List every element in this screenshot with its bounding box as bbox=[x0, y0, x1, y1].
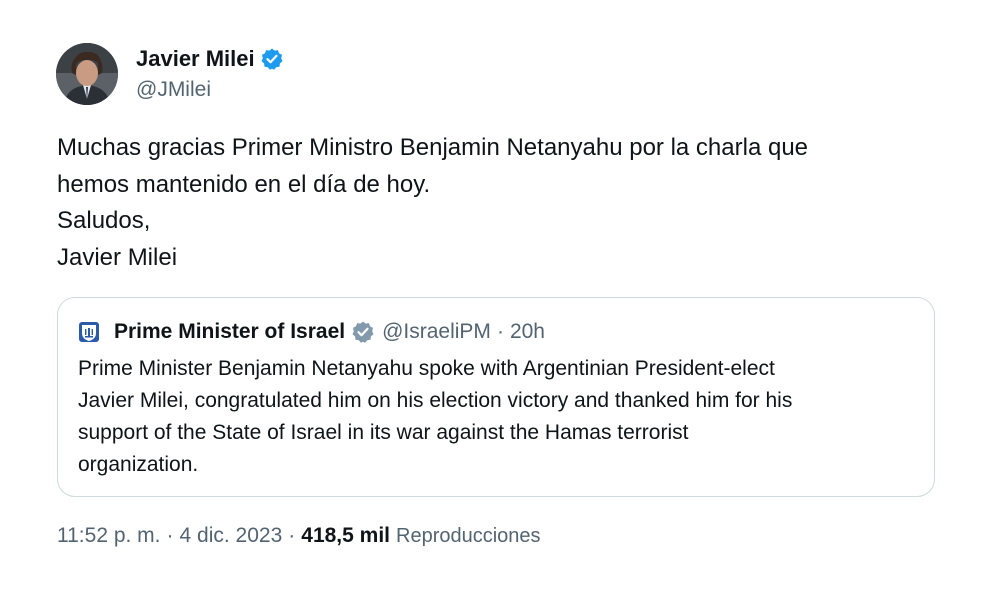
separator-dot: · bbox=[288, 524, 296, 547]
tweet-text-line: hemos mantenido en el día de hoy. bbox=[57, 170, 431, 198]
tweet-metadata: 11:52 p. m. · 4 dic. 2023 · 418,5 mil Re… bbox=[57, 524, 541, 548]
quoted-tweet[interactable]: Prime Minister of Israel @IsraeliPM · 20… bbox=[57, 297, 935, 497]
tweet-text: Muchas gracias Primer Ministro Benjamin … bbox=[57, 130, 937, 276]
quoted-author-name[interactable]: Prime Minister of Israel bbox=[114, 320, 345, 344]
tweet-text-line: Saludos, bbox=[57, 207, 151, 234]
quoted-text-line: Prime Minister Benjamin Netanyahu spoke … bbox=[78, 357, 775, 380]
tweet-time[interactable]: 11:52 p. m. bbox=[57, 524, 161, 548]
tweet-text-line: Muchas gracias Primer Ministro Benjamin … bbox=[57, 134, 809, 161]
quoted-text-line: Javier Milei, congratulated him on his e… bbox=[78, 389, 793, 412]
views-count: 418,5 mil bbox=[301, 524, 390, 547]
quoted-author-handle[interactable]: @IsraeliPM bbox=[382, 320, 491, 344]
profile-photo bbox=[56, 43, 118, 105]
author-avatar[interactable] bbox=[56, 43, 118, 105]
author-info: Javier Milei @JMilei bbox=[136, 44, 284, 102]
tweet-date[interactable]: 4 dic. 2023 bbox=[180, 524, 283, 548]
gray-verified-badge-icon bbox=[351, 320, 375, 344]
tweet-text-line: Javier Milei bbox=[57, 243, 178, 271]
author-name-row: Javier Milei bbox=[136, 44, 284, 74]
quoted-tweet-text: Prime Minister Benjamin Netanyahu spoke … bbox=[78, 353, 918, 481]
separator-dot: · bbox=[496, 320, 504, 343]
quoted-text-line: organization. bbox=[78, 453, 199, 476]
israel-emblem-icon bbox=[78, 321, 100, 343]
quoted-tweet-header: Prime Minister of Israel @IsraeliPM · 20… bbox=[78, 318, 545, 346]
author-handle[interactable]: @JMilei bbox=[136, 78, 284, 102]
separator-dot: · bbox=[166, 524, 174, 547]
verified-badge-icon bbox=[260, 47, 284, 71]
quoted-tweet-time[interactable]: 20h bbox=[510, 320, 545, 344]
quoted-text-line: support of the State of Israel in its wa… bbox=[78, 421, 689, 444]
tweet-card: Javier Milei @JMilei Muchas gracias Prim… bbox=[0, 0, 992, 606]
author-name[interactable]: Javier Milei bbox=[136, 46, 255, 72]
views-label: Reproducciones bbox=[396, 525, 541, 547]
